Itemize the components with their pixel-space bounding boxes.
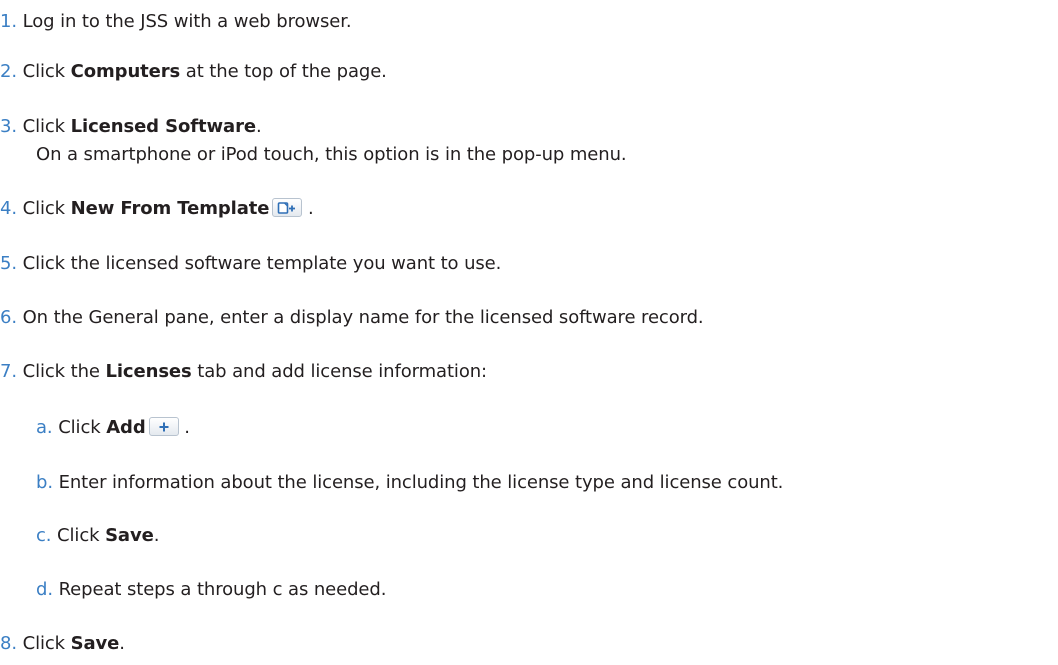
step-3-note: On a smartphone or iPod touch, this opti… (36, 144, 627, 165)
substep-d: d. Repeat steps a through c as needed. (36, 578, 386, 602)
ui-term-save: Save (105, 525, 154, 546)
step-number: 1. (0, 11, 17, 32)
step-text-pre: Click (22, 116, 71, 137)
step-6: 6. On the General pane, enter a display … (0, 306, 704, 330)
step-number: 4. (0, 198, 17, 219)
step-text-post: . (302, 198, 314, 219)
step-text-pre: Click (22, 61, 71, 82)
substep-text-pre: Click (58, 417, 107, 438)
ui-term-licensed-software: Licensed Software (70, 116, 256, 137)
step-text-post: at the top of the page. (180, 61, 387, 82)
step-number: 6. (0, 307, 17, 328)
step-text-pre: Click the (22, 361, 106, 382)
step-number: 7. (0, 361, 17, 382)
ui-term-save: Save (70, 633, 120, 654)
substep-c: c. Click Save. (36, 524, 159, 548)
substep-b: b. Enter information about the license, … (36, 471, 783, 495)
step-number: 8. (0, 633, 17, 654)
step-text: Log in to the JSS with a web browser. (22, 11, 352, 32)
step-text-pre: Click (22, 633, 71, 654)
step-text: Click the licensed software template you… (22, 253, 502, 274)
step-number: 2. (0, 61, 17, 82)
step-2: 2. Click Computers at the top of the pag… (0, 60, 387, 84)
step-4: 4. Click New From Template . (0, 197, 314, 221)
ui-term-add: Add (106, 417, 146, 438)
new-from-template-icon (272, 198, 303, 217)
substep-text-post: . (153, 525, 160, 546)
step-text-post: tab and add license information: (191, 361, 488, 382)
step-8: 8. Click Save. (0, 632, 125, 656)
substep-text-post: . (178, 417, 190, 438)
ui-term-computers: Computers (70, 61, 181, 82)
step-number: 3. (0, 116, 17, 137)
step-7: 7. Click the Licenses tab and add licens… (0, 360, 487, 384)
substep-letter: a. (36, 417, 53, 438)
substep-letter: c. (36, 525, 52, 546)
substep-letter: d. (36, 579, 53, 600)
procedure-steps: 1. Log in to the JSS with a web browser.… (0, 0, 1058, 665)
substep-text: Repeat steps a through c as needed. (58, 579, 387, 600)
step-3: 3. Click Licensed Software. (0, 115, 262, 139)
step-number: 5. (0, 253, 17, 274)
step-1: 1. Log in to the JSS with a web browser. (0, 10, 352, 34)
ui-term-licenses: Licenses (105, 361, 192, 382)
step-5: 5. Click the licensed software template … (0, 252, 501, 276)
ui-term-new-from-template: New From Template (70, 198, 270, 219)
substep-text-pre: Click (57, 525, 106, 546)
substep-a: a. Click Add . (36, 416, 190, 440)
substep-text: Enter information about the license, inc… (58, 472, 784, 493)
step-text-post: . (119, 633, 125, 654)
step-text: On the General pane, enter a display nam… (22, 307, 704, 328)
substep-letter: b. (36, 472, 53, 493)
add-plus-icon (148, 417, 179, 436)
step-text-post: . (255, 116, 262, 137)
step-text-pre: Click (22, 198, 71, 219)
